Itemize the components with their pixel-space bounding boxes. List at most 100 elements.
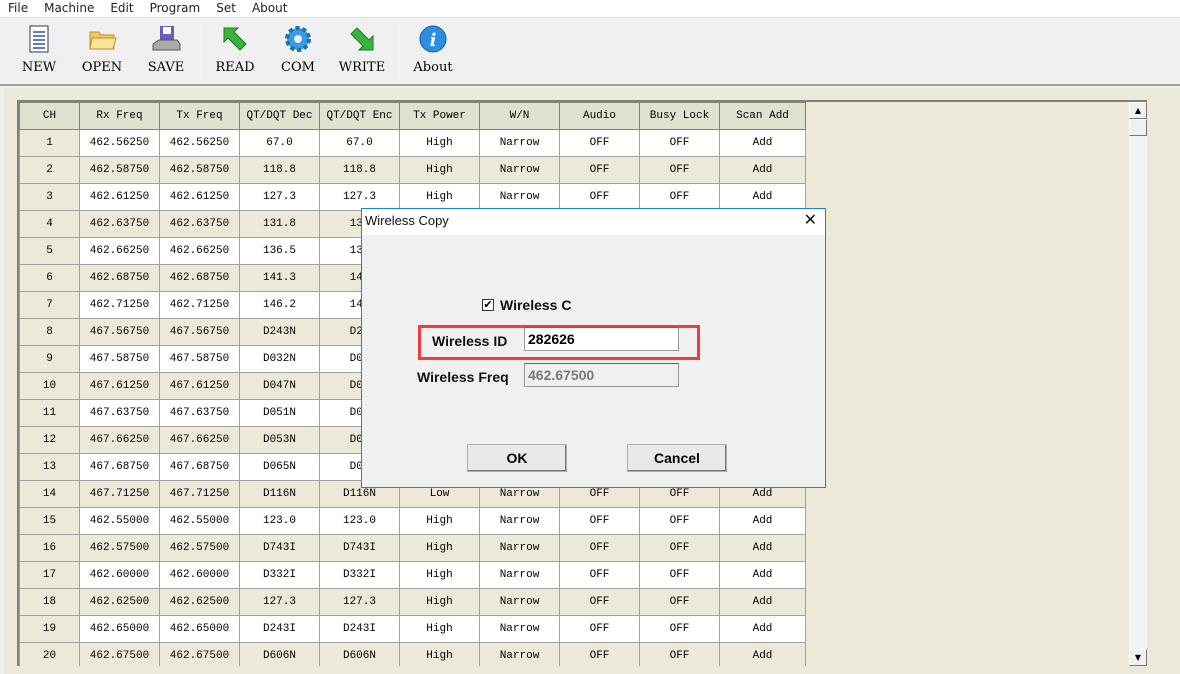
table-cell[interactable]: High [399,129,480,157]
table-cell[interactable]: Narrow [479,588,560,616]
table-cell[interactable]: Add [719,507,806,535]
table-cell[interactable]: 462.61250 [159,183,240,211]
table-cell[interactable]: Add [719,129,806,157]
about-button[interactable]: i About [403,24,463,75]
table-cell[interactable]: 9 [19,345,80,373]
column-header[interactable]: Scan Add [719,102,806,130]
table-cell[interactable]: 462.68750 [159,264,240,292]
table-cell[interactable]: 146.2 [239,291,320,319]
table-cell[interactable]: Narrow [479,534,560,562]
table-cell[interactable]: 13 [19,453,80,481]
table-cell[interactable]: 141.3 [239,264,320,292]
table-cell[interactable]: Add [719,183,806,211]
menu-edit[interactable]: Edit [102,0,141,17]
table-cell[interactable]: 462.60000 [79,561,160,589]
table-cell[interactable]: 131.8 [239,210,320,238]
table-cell[interactable]: Add [719,615,806,643]
table-cell[interactable]: 123.0 [239,507,320,535]
table-cell[interactable]: D243I [239,615,320,643]
table-cell[interactable]: Narrow [479,642,560,666]
table-cell[interactable]: OFF [559,183,640,211]
table-cell[interactable]: OFF [639,156,720,184]
com-button[interactable]: COM [268,24,328,75]
table-cell[interactable]: 2 [19,156,80,184]
table-cell[interactable]: 14 [19,480,80,508]
table-cell[interactable]: D332I [319,561,400,589]
table-cell[interactable]: 7 [19,291,80,319]
table-cell[interactable]: 462.68750 [79,264,160,292]
table-cell[interactable]: 15 [19,507,80,535]
table-cell[interactable]: 462.58750 [79,156,160,184]
table-cell[interactable]: 462.56250 [79,129,160,157]
table-cell[interactable]: 4 [19,210,80,238]
table-cell[interactable]: 467.68750 [159,453,240,481]
table-cell[interactable]: 467.63750 [79,399,160,427]
table-cell[interactable]: 127.3 [239,183,320,211]
close-icon[interactable]: ✕ [804,209,817,233]
table-cell[interactable]: 12 [19,426,80,454]
column-header[interactable]: Tx Power [399,102,480,130]
table-cell[interactable]: 6 [19,264,80,292]
table-cell[interactable]: 467.58750 [159,345,240,373]
table-cell[interactable]: 462.57500 [159,534,240,562]
scroll-up-button[interactable]: ▲ [1129,102,1147,119]
table-cell[interactable]: 462.60000 [159,561,240,589]
table-cell[interactable]: 1 [19,129,80,157]
table-cell[interactable]: OFF [559,615,640,643]
table-cell[interactable]: Narrow [479,129,560,157]
table-cell[interactable]: Narrow [479,156,560,184]
table-cell[interactable]: OFF [639,561,720,589]
table-cell[interactable]: D606N [239,642,320,666]
menu-machine[interactable]: Machine [36,0,102,17]
table-cell[interactable]: High [399,507,480,535]
table-cell[interactable]: OFF [639,642,720,666]
table-cell[interactable]: 118.8 [319,156,400,184]
table-cell[interactable]: Add [719,588,806,616]
table-cell[interactable]: Narrow [479,561,560,589]
table-cell[interactable]: OFF [639,183,720,211]
table-cell[interactable]: 462.56250 [159,129,240,157]
table-cell[interactable]: 462.66250 [159,237,240,265]
table-cell[interactable]: 5 [19,237,80,265]
table-cell[interactable]: OFF [559,156,640,184]
table-cell[interactable]: D051N [239,399,320,427]
table-cell[interactable]: D065N [239,453,320,481]
wireless-id-input[interactable] [524,327,679,351]
table-cell[interactable]: 467.56750 [79,318,160,346]
table-cell[interactable]: OFF [559,507,640,535]
table-cell[interactable]: 467.61250 [79,372,160,400]
table-cell[interactable]: 462.62500 [79,588,160,616]
column-header[interactable]: Audio [559,102,640,130]
column-header[interactable]: Busy Lock [639,102,720,130]
table-cell[interactable]: 467.56750 [159,318,240,346]
scroll-down-button[interactable]: ▼ [1129,649,1147,666]
table-cell[interactable]: Narrow [479,507,560,535]
table-cell[interactable]: Add [719,561,806,589]
table-cell[interactable]: 462.58750 [159,156,240,184]
table-cell[interactable]: 467.61250 [159,372,240,400]
table-cell[interactable]: 462.66250 [79,237,160,265]
table-cell[interactable]: 67.0 [239,129,320,157]
new-button[interactable]: NEW [9,24,69,75]
table-cell[interactable]: D243I [319,615,400,643]
table-cell[interactable]: OFF [639,534,720,562]
column-header[interactable]: CH [19,102,80,130]
table-cell[interactable]: Add [719,156,806,184]
table-cell[interactable]: 462.67500 [159,642,240,666]
write-button[interactable]: WRITE [332,24,392,75]
table-cell[interactable]: 462.67500 [79,642,160,666]
table-cell[interactable]: High [399,615,480,643]
table-cell[interactable]: 462.57500 [79,534,160,562]
table-cell[interactable]: 462.71250 [159,291,240,319]
table-cell[interactable]: 462.63750 [159,210,240,238]
table-cell[interactable]: OFF [559,534,640,562]
table-cell[interactable]: D053N [239,426,320,454]
column-header[interactable]: QT/DQT Dec [239,102,320,130]
table-cell[interactable]: OFF [559,129,640,157]
table-cell[interactable]: 467.71250 [79,480,160,508]
table-cell[interactable]: 19 [19,615,80,643]
table-cell[interactable]: 467.66250 [79,426,160,454]
table-cell[interactable]: High [399,534,480,562]
table-cell[interactable]: D743I [319,534,400,562]
table-cell[interactable]: D332I [239,561,320,589]
